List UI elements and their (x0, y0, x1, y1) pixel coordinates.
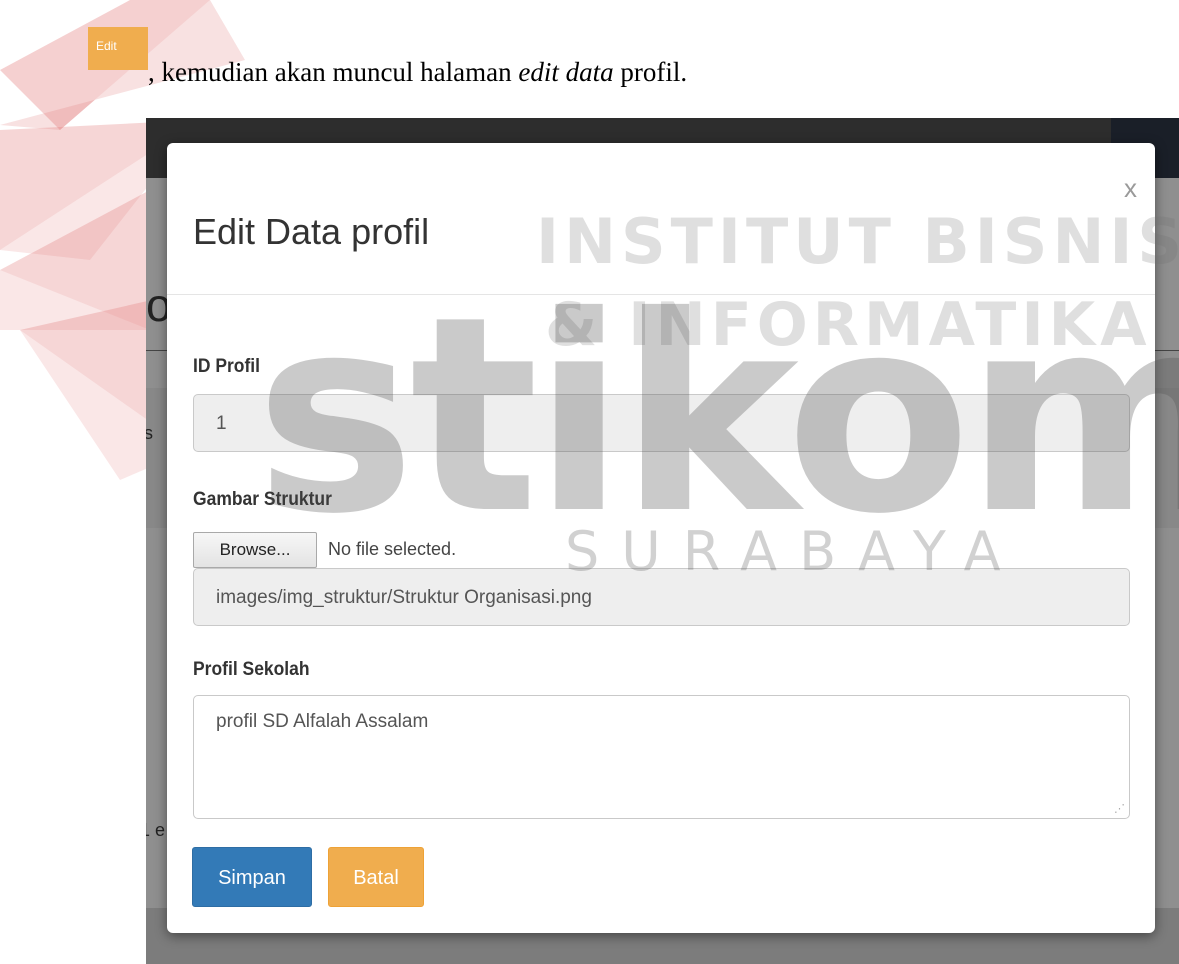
close-icon[interactable]: x (1124, 173, 1137, 204)
simpan-button[interactable]: Simpan (192, 847, 312, 907)
backdrop-peek-footer: 1 e (146, 820, 166, 840)
batal-button[interactable]: Batal (328, 847, 424, 907)
profil-sekolah-label: Profil Sekolah (193, 659, 310, 680)
profil-sekolah-value: profil SD Alfalah Assalam (216, 711, 429, 732)
profil-sekolah-textarea[interactable]: profil SD Alfalah Assalam ⋰ (193, 695, 1130, 819)
browse-button[interactable]: Browse... (193, 532, 317, 568)
modal-title: Edit Data profil (193, 211, 430, 252)
edit-badge: Edit (88, 27, 148, 70)
modal-divider (167, 294, 1155, 295)
doc-text-before: , kemudian akan muncul halaman (148, 57, 519, 87)
gambar-struktur-label: Gambar Struktur (193, 489, 332, 510)
gambar-path-input[interactable]: images/img_struktur/Struktur Organisasi.… (193, 568, 1130, 626)
id-profil-input[interactable]: 1 (193, 394, 1130, 452)
doc-text-after: profil. (613, 57, 688, 87)
doc-instruction-line: , kemudian akan muncul halaman edit data… (148, 57, 687, 88)
doc-text-italic: edit data (518, 57, 614, 87)
id-profil-label: ID Profil (193, 356, 261, 377)
resize-grip-icon[interactable]: ⋰ (1114, 804, 1125, 815)
file-status-text: No file selected. (328, 539, 457, 559)
edit-profile-modal: x Edit Data profil ID Profil 1 Gambar St… (167, 143, 1155, 933)
backdrop-peek-label: ls (146, 423, 153, 443)
